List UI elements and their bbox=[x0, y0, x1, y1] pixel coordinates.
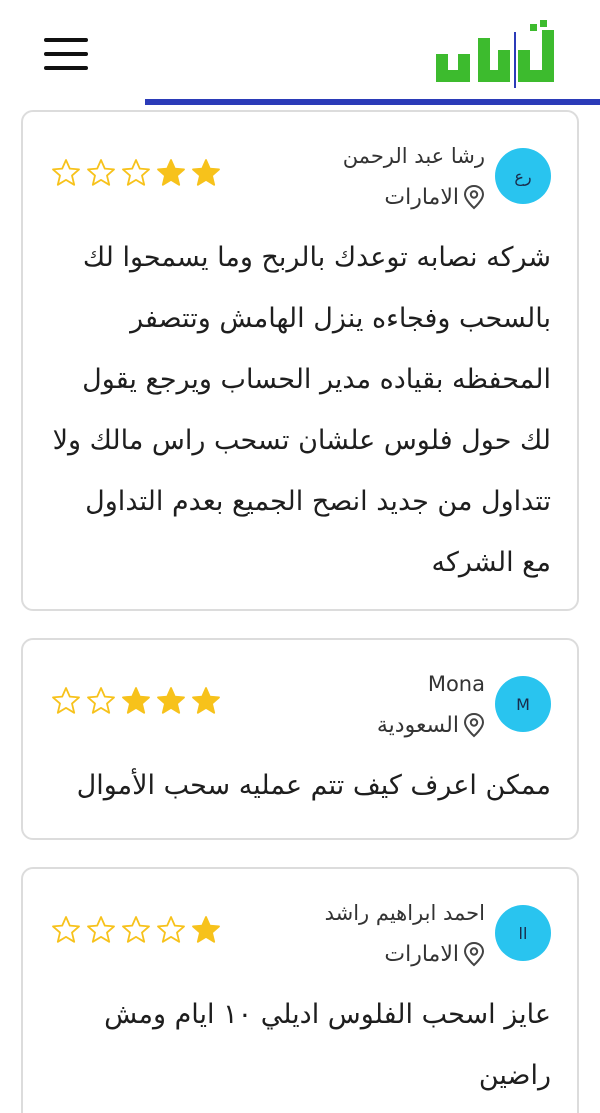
star-filled-icon bbox=[192, 159, 220, 186]
review-card: رع رشا عبد الرحمن الامارات شركه نصابه تو… bbox=[21, 110, 579, 611]
location-pin-icon bbox=[463, 712, 485, 738]
star-filled-icon bbox=[192, 687, 220, 714]
location-pin-icon bbox=[463, 941, 485, 967]
menu-bar-3 bbox=[44, 66, 88, 70]
reviewer-location: الامارات bbox=[384, 184, 485, 210]
location-text: الامارات bbox=[384, 941, 459, 967]
reviewer-location: السعودية bbox=[377, 712, 485, 738]
reviewer-location: الامارات bbox=[384, 941, 485, 967]
star-empty-icon bbox=[87, 159, 115, 186]
star-rating bbox=[51, 686, 221, 716]
location-text: الامارات bbox=[384, 184, 459, 210]
review-card: اا احمد ابراهيم راشد الامارات عايز اسحب … bbox=[21, 867, 579, 1113]
star-rating bbox=[51, 158, 221, 188]
location-text: السعودية bbox=[376, 712, 459, 738]
reviewer-name: رشا عبد الرحمن bbox=[342, 144, 485, 168]
reviewer-name: احمد ابراهيم راشد bbox=[324, 901, 485, 925]
review-text: ممكن اعرف كيف تتم عمليه سحب الأموال bbox=[76, 770, 551, 801]
avatar: M bbox=[495, 676, 551, 732]
star-empty-icon bbox=[157, 916, 185, 943]
star-rating bbox=[51, 915, 221, 945]
menu-bar-1 bbox=[44, 38, 88, 42]
avatar: رع bbox=[495, 148, 551, 204]
star-empty-icon bbox=[52, 687, 80, 714]
review-text: عايز اسحب الفلوس اديلي ١٠ ايام ومش راضين bbox=[104, 999, 551, 1091]
review-text: شركه نصابه توعدك بالربح وما يسمحوا لك با… bbox=[52, 242, 551, 578]
star-empty-icon bbox=[52, 916, 80, 943]
reviewer-name: Mona bbox=[427, 672, 485, 696]
header bbox=[0, 0, 600, 108]
avatar: اا bbox=[495, 905, 551, 961]
header-accent-line bbox=[145, 99, 600, 105]
hamburger-menu-icon[interactable] bbox=[44, 38, 88, 72]
star-empty-icon bbox=[87, 916, 115, 943]
star-empty-icon bbox=[122, 159, 150, 186]
star-filled-icon bbox=[192, 916, 220, 943]
location-pin-icon bbox=[463, 184, 485, 210]
star-empty-icon bbox=[87, 687, 115, 714]
star-empty-icon bbox=[122, 916, 150, 943]
menu-bar-2 bbox=[44, 52, 88, 56]
star-empty-icon bbox=[52, 159, 80, 186]
star-filled-icon bbox=[122, 687, 150, 714]
site-logo[interactable] bbox=[434, 20, 558, 90]
review-card: M Mona السعودية ممكن اعرف كيف تتم عمليه … bbox=[21, 638, 579, 840]
star-filled-icon bbox=[157, 687, 185, 714]
star-filled-icon bbox=[157, 159, 185, 186]
